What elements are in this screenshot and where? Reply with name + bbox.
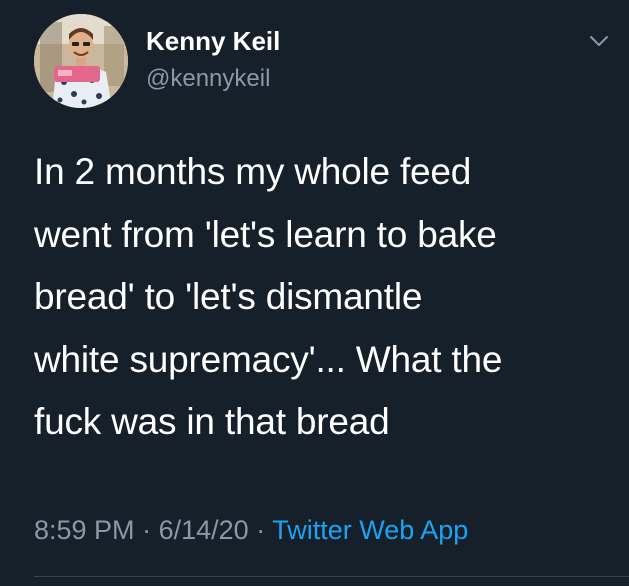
tweet-text-line: fuck was in that bread (34, 401, 390, 442)
profile-photo-icon (34, 14, 128, 108)
chevron-down-icon[interactable] (586, 28, 612, 54)
tweet-text-line: bread' to 'let's dismantle (34, 276, 423, 317)
tweet-text-line: went from 'let's learn to bake (34, 213, 497, 255)
avatar[interactable] (34, 14, 128, 108)
author-handle[interactable]: @kennykeil (146, 64, 270, 94)
tweet-source-link[interactable]: Twitter Web App (272, 515, 468, 545)
tweet-time[interactable]: 8:59 PM (34, 515, 135, 545)
tweet-text: In 2 months my whole feed went from 'let… (34, 141, 614, 454)
author-display-name[interactable]: Kenny Keil (146, 25, 280, 57)
tweet-text-line: In 2 months my whole feed (34, 151, 472, 192)
tweet-text-line: white supremacy'... What the (34, 338, 503, 380)
divider (34, 576, 629, 577)
tweet-card: Kenny Keil @kennykeil In 2 months my who… (0, 0, 629, 586)
tweet-metadata: 8:59 PM · 6/14/20 · Twitter Web App (34, 512, 468, 548)
meta-separator: · (142, 515, 152, 545)
tweet-date[interactable]: 6/14/20 (159, 515, 249, 545)
meta-separator: · (256, 515, 266, 545)
